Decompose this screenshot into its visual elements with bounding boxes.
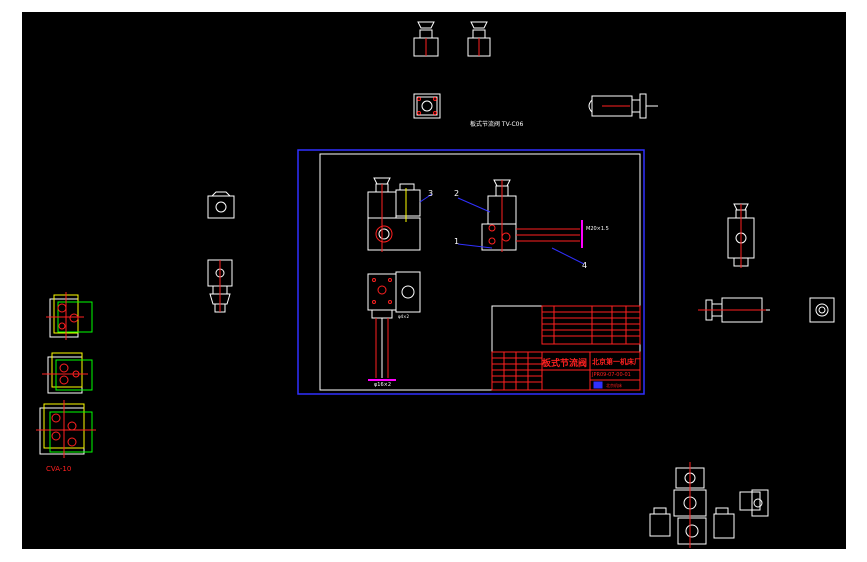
left-valve-top[interactable] [207, 191, 235, 219]
bottom-assembly[interactable] [649, 462, 769, 548]
part-valve-top-view[interactable] [367, 271, 421, 381]
viewport: 板式节流阀 TV-C06 3 2 1 4 M20×1.5 φ16×2 φ4×2 … [0, 0, 867, 562]
right-valve-vertical[interactable] [727, 203, 755, 268]
top-right-valve-side[interactable] [588, 93, 658, 119]
drawing-no: JPR09-07-00-01 [591, 372, 631, 378]
top-caption: 板式节流阀 TV-C06 [470, 120, 523, 128]
manifold-view-3[interactable] [36, 400, 96, 458]
left-valve-front[interactable] [207, 259, 233, 313]
cva-label: CVA-10 [46, 465, 71, 473]
balloon-3: 3 [428, 189, 433, 198]
sheet-inner-border [319, 153, 641, 391]
balloon-1: 1 [454, 237, 459, 246]
pipe-note: M20×1.5 [586, 226, 609, 232]
cad-drawing: 板式节流阀 TV-C06 3 2 1 4 M20×1.5 φ16×2 φ4×2 … [36, 21, 835, 548]
right-valve-horizontal[interactable] [698, 297, 770, 323]
bottom-note: φ16×2 [374, 382, 391, 388]
cad-model-space[interactable]: 板式节流阀 TV-C06 3 2 1 4 M20×1.5 φ16×2 φ4×2 … [22, 12, 846, 549]
balloon-2: 2 [454, 189, 459, 198]
logo-text: 北京机床 [606, 382, 622, 388]
manifold-view-2[interactable] [42, 352, 93, 394]
top-valve-view-2[interactable] [467, 21, 491, 57]
title-company: 北京第一机床厂 [592, 357, 641, 366]
balloon-4: 4 [582, 261, 587, 270]
part-valve-with-pipe[interactable] [481, 179, 583, 252]
top-plate-view[interactable] [413, 93, 441, 119]
part-valve-body-front[interactable] [367, 177, 421, 252]
right-plate[interactable] [809, 297, 835, 323]
manifold-view-1[interactable] [46, 292, 93, 340]
title-name: 板式节流阀 [542, 357, 587, 369]
dim-note: φ4×2 [398, 314, 410, 319]
top-valve-view-1[interactable] [413, 21, 439, 57]
